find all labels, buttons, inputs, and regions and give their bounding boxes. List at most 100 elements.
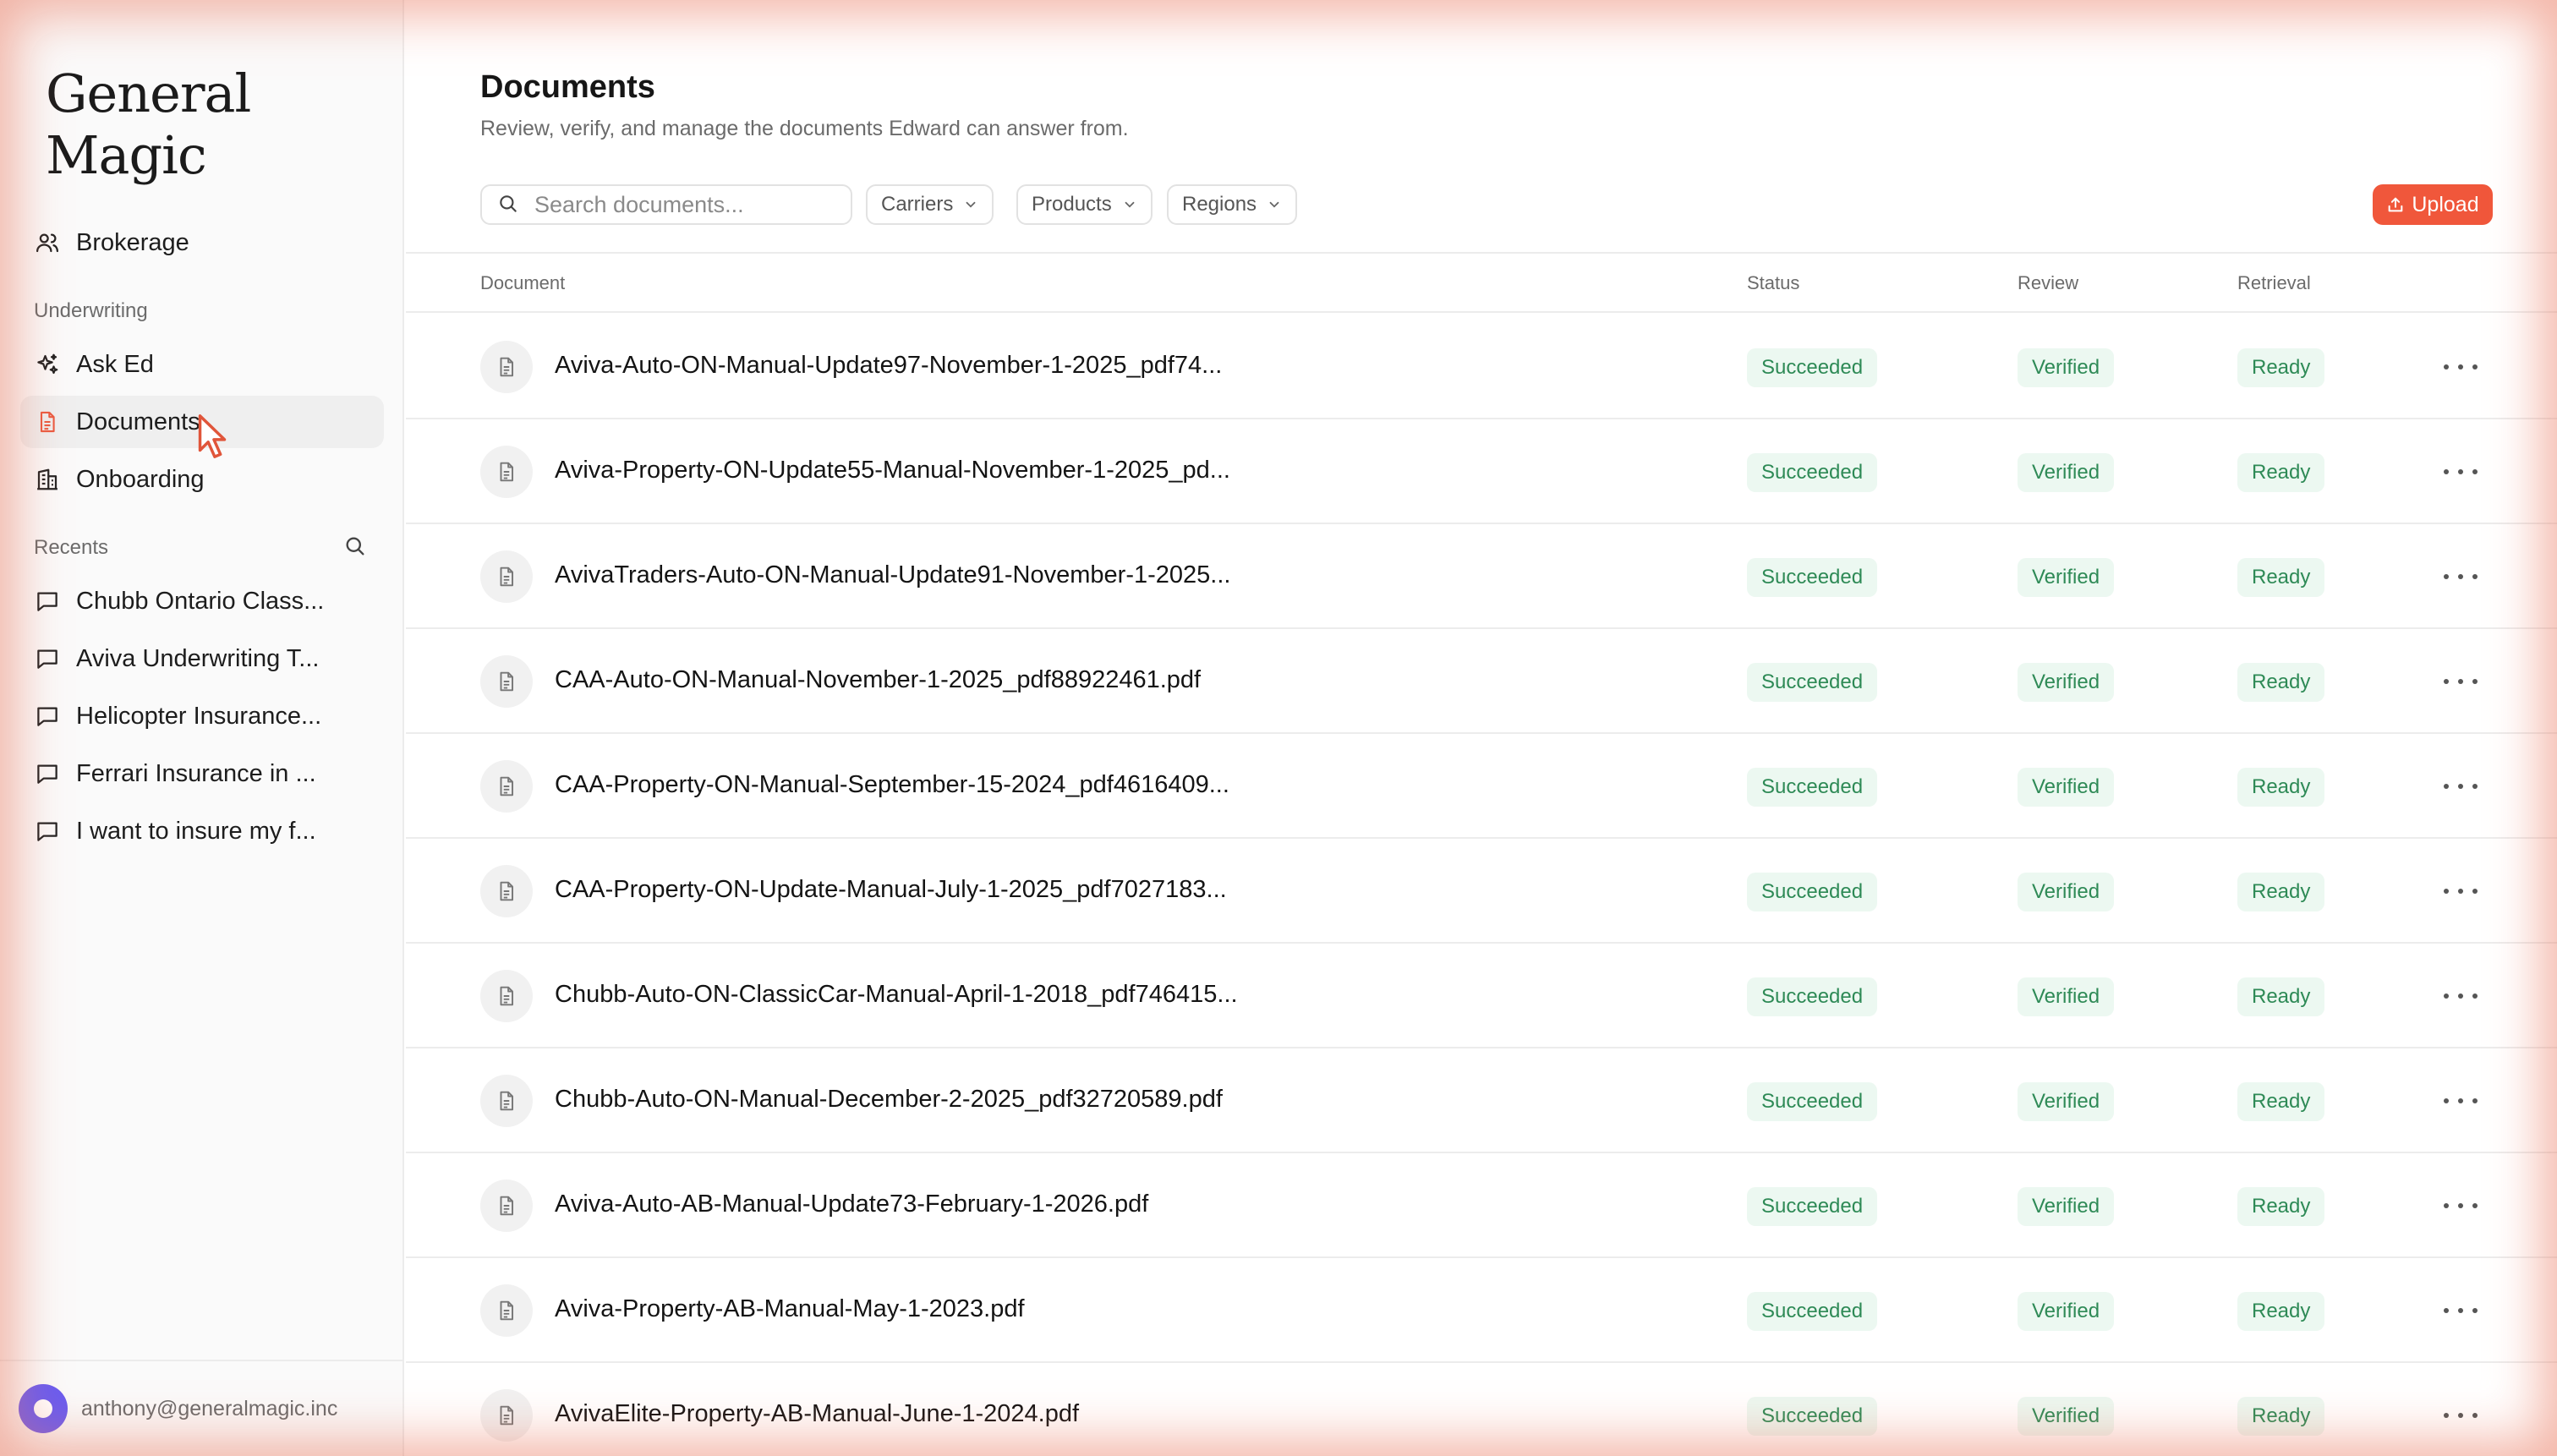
review-badge: Verified: [2018, 1292, 2115, 1331]
more-options-icon[interactable]: [2444, 878, 2478, 905]
retrieval-badge: Ready: [2237, 1187, 2325, 1226]
section-label-underwriting: Underwriting: [34, 299, 148, 322]
search-recents-icon[interactable]: [343, 534, 370, 561]
more-options-icon[interactable]: [2444, 563, 2478, 590]
review-badge: Verified: [2018, 1082, 2115, 1121]
file-icon: [480, 760, 533, 813]
upload-label: Upload: [2412, 192, 2479, 216]
page-title: Documents: [480, 69, 655, 105]
table-row[interactable]: Aviva-Property-AB-Manual-May-1-2023.pdf S…: [406, 1258, 2557, 1363]
more-options-icon[interactable]: [2444, 1402, 2478, 1429]
recent-item[interactable]: Helicopter Insurance...: [20, 690, 384, 742]
document-name[interactable]: Chubb-Auto-ON-ClassicCar-Manual-April-1-…: [555, 981, 1238, 1009]
more-options-icon[interactable]: [2444, 1087, 2478, 1114]
document-name[interactable]: AvivaTraders-Auto-ON-Manual-Update91-Nov…: [555, 561, 1230, 589]
retrieval-badge: Ready: [2237, 663, 2325, 702]
document-name[interactable]: Aviva-Property-ON-Update55-Manual-Novemb…: [555, 457, 1230, 484]
more-options-icon[interactable]: [2444, 773, 2478, 800]
more-options-icon[interactable]: [2444, 353, 2478, 380]
chat-bubble-icon: [34, 645, 61, 672]
table-row[interactable]: AvivaTraders-Auto-ON-Manual-Update91-Nov…: [406, 524, 2557, 629]
status-badge: Succeeded: [1747, 1187, 1878, 1226]
column-header-status[interactable]: Status: [1747, 272, 1799, 294]
file-icon: [480, 550, 533, 603]
search-placeholder: Search documents...: [534, 191, 744, 217]
document-name[interactable]: AvivaElite-Property-AB-Manual-June-1-202…: [555, 1400, 1079, 1428]
recent-item-label: Aviva Underwriting T...: [76, 644, 320, 672]
retrieval-badge: Ready: [2237, 977, 2325, 1016]
retrieval-badge: Ready: [2237, 1082, 2325, 1121]
more-options-icon[interactable]: [2444, 668, 2478, 695]
status-badge: Succeeded: [1747, 977, 1878, 1016]
review-badge: Verified: [2018, 977, 2115, 1016]
recent-item-label: Helicopter Insurance...: [76, 702, 322, 730]
status-badge: Succeeded: [1747, 768, 1878, 807]
more-options-icon[interactable]: [2444, 1192, 2478, 1219]
table-row[interactable]: Chubb-Auto-ON-Manual-December-2-2025_pdf…: [406, 1048, 2557, 1153]
table-row[interactable]: CAA-Property-ON-Manual-September-15-2024…: [406, 734, 2557, 839]
review-badge: Verified: [2018, 453, 2115, 492]
toolbar: Search documents... Carriers Products Re…: [480, 184, 2493, 225]
column-header-document[interactable]: Document: [480, 272, 565, 294]
sidebar-item-label: Brokerage: [76, 228, 189, 256]
upload-button[interactable]: Upload: [2373, 184, 2493, 225]
file-icon: [480, 1075, 533, 1127]
recent-item[interactable]: Ferrari Insurance in ...: [20, 747, 384, 800]
more-options-icon[interactable]: [2444, 1297, 2478, 1324]
filter-regions[interactable]: Regions: [1167, 184, 1298, 225]
recent-item[interactable]: Aviva Underwriting T...: [20, 632, 384, 685]
file-icon: [480, 341, 533, 393]
document-name[interactable]: CAA-Property-ON-Update-Manual-July-1-202…: [555, 876, 1227, 904]
filter-carriers[interactable]: Carriers: [866, 184, 994, 225]
table-row[interactable]: CAA-Property-ON-Update-Manual-July-1-202…: [406, 839, 2557, 944]
filter-products[interactable]: Products: [1016, 184, 1153, 225]
status-badge: Succeeded: [1747, 348, 1878, 387]
table-row[interactable]: Aviva-Auto-ON-Manual-Update97-November-1…: [406, 315, 2557, 419]
avatar[interactable]: [19, 1384, 68, 1433]
document-name[interactable]: CAA-Property-ON-Manual-September-15-2024…: [555, 771, 1229, 799]
retrieval-badge: Ready: [2237, 768, 2325, 807]
review-badge: Verified: [2018, 1187, 2115, 1226]
file-icon: [480, 655, 533, 708]
table-row[interactable]: Aviva-Property-ON-Update55-Manual-Novemb…: [406, 419, 2557, 524]
column-header-review[interactable]: Review: [2018, 272, 2078, 294]
document-name[interactable]: Chubb-Auto-ON-Manual-December-2-2025_pdf…: [555, 1086, 1223, 1114]
page-subtitle: Review, verify, and manage the documents…: [480, 117, 1129, 140]
user-account[interactable]: anthony@generalmagic.inc: [0, 1360, 404, 1456]
status-badge: Succeeded: [1747, 1397, 1878, 1436]
upload-icon: [2389, 197, 2403, 212]
status-badge: Succeeded: [1747, 453, 1878, 492]
table-row[interactable]: AvivaElite-Property-AB-Manual-June-1-202…: [406, 1363, 2557, 1456]
table-row[interactable]: CAA-Auto-ON-Manual-November-1-2025_pdf88…: [406, 629, 2557, 734]
review-badge: Verified: [2018, 1397, 2115, 1436]
file-icon: [480, 446, 533, 498]
table-row[interactable]: Aviva-Auto-AB-Manual-Update73-February-1…: [406, 1153, 2557, 1258]
status-badge: Succeeded: [1747, 663, 1878, 702]
recent-item[interactable]: I want to insure my f...: [20, 805, 384, 857]
file-icon: [480, 1180, 533, 1232]
sidebar-item-label: Onboarding: [76, 465, 205, 493]
review-badge: Verified: [2018, 558, 2115, 597]
sidebar: General Magic Brokerage Underwriting Ask…: [0, 0, 404, 1456]
app-logo[interactable]: General Magic: [46, 63, 402, 186]
recent-item[interactable]: Chubb Ontario Class...: [20, 575, 384, 627]
document-name[interactable]: CAA-Auto-ON-Manual-November-1-2025_pdf88…: [555, 666, 1201, 694]
document-name[interactable]: Aviva-Auto-AB-Manual-Update73-February-1…: [555, 1191, 1148, 1218]
sidebar-item-ask-ed[interactable]: Ask Ed: [20, 338, 384, 391]
building-icon: [34, 466, 61, 493]
recent-item-label: I want to insure my f...: [76, 817, 316, 845]
column-header-retrieval[interactable]: Retrieval: [2237, 272, 2311, 294]
document-name[interactable]: Aviva-Property-AB-Manual-May-1-2023.pdf: [555, 1295, 1025, 1323]
document-name[interactable]: Aviva-Auto-ON-Manual-Update97-November-1…: [555, 352, 1222, 380]
search-icon: [497, 193, 521, 216]
document-icon: [34, 408, 61, 435]
search-input[interactable]: Search documents...: [480, 184, 852, 225]
more-options-icon[interactable]: [2444, 458, 2478, 485]
sidebar-item-brokerage[interactable]: Brokerage: [20, 216, 384, 269]
retrieval-badge: Ready: [2237, 873, 2325, 911]
table-row[interactable]: Chubb-Auto-ON-ClassicCar-Manual-April-1-…: [406, 944, 2557, 1048]
retrieval-badge: Ready: [2237, 453, 2325, 492]
filter-label: Carriers: [881, 193, 954, 216]
more-options-icon[interactable]: [2444, 983, 2478, 1010]
review-badge: Verified: [2018, 348, 2115, 387]
